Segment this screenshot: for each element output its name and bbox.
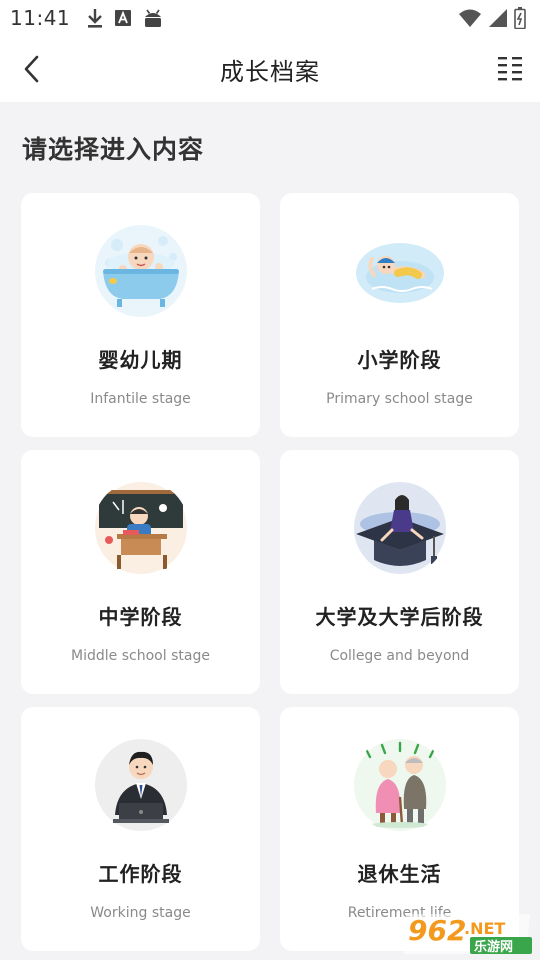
svg-text:乐游网: 乐游网 bbox=[474, 939, 513, 955]
svg-text:.NET: .NET bbox=[464, 919, 505, 938]
stage-card-title: 退休生活 bbox=[357, 862, 442, 886]
status-left-icons bbox=[86, 7, 164, 29]
stage-card-title: 小学阶段 bbox=[357, 348, 442, 372]
office-worker-illustration bbox=[93, 737, 189, 833]
stage-card-primary[interactable]: 小学阶段 Primary school stage bbox=[280, 193, 519, 437]
student-desk-illustration bbox=[93, 480, 189, 576]
battery-icon bbox=[514, 7, 526, 29]
svg-text:962: 962 bbox=[408, 914, 466, 947]
stage-card-working[interactable]: 工作阶段 Working stage bbox=[21, 707, 260, 951]
download-icon bbox=[88, 9, 103, 28]
android-icon bbox=[145, 9, 162, 27]
stage-card-subtitle: Primary school stage bbox=[326, 391, 473, 407]
stage-card-subtitle: Middle school stage bbox=[71, 648, 210, 664]
stage-card-subtitle: Working stage bbox=[90, 905, 191, 921]
elderly-couple-illustration bbox=[352, 737, 448, 833]
stage-card-title: 工作阶段 bbox=[98, 862, 183, 886]
text-a-icon bbox=[115, 10, 132, 26]
status-time: 11:41 bbox=[10, 6, 71, 30]
stage-card-title: 大学及大学后阶段 bbox=[315, 605, 484, 629]
stage-card-college[interactable]: 大学及大学后阶段 College and beyond bbox=[280, 450, 519, 694]
section-title: 请选择进入内容 bbox=[22, 135, 205, 164]
grid-menu-icon[interactable] bbox=[498, 56, 522, 82]
graduate-cap-illustration bbox=[352, 480, 448, 576]
stage-card-subtitle: College and beyond bbox=[329, 648, 470, 664]
app-bar: 成长档案 bbox=[0, 36, 540, 102]
stage-card-title: 中学阶段 bbox=[98, 605, 183, 629]
child-swimming-illustration bbox=[352, 223, 448, 319]
status-bar: 11:41 bbox=[0, 0, 540, 36]
stage-card-infant[interactable]: 婴幼儿期 Infantile stage bbox=[21, 193, 260, 437]
stage-card-title: 婴幼儿期 bbox=[98, 348, 183, 372]
stage-card-middle[interactable]: 中学阶段 Middle school stage bbox=[21, 450, 260, 694]
wifi-icon bbox=[459, 9, 481, 27]
baby-bath-illustration bbox=[93, 223, 189, 319]
signal-icon bbox=[489, 9, 507, 27]
site-watermark-logo: 962 .NET 乐游网 bbox=[404, 914, 532, 955]
back-arrow-icon[interactable] bbox=[18, 54, 48, 84]
stage-card-subtitle: Infantile stage bbox=[90, 391, 191, 407]
status-right-icons bbox=[458, 7, 526, 29]
page-title: 成长档案 bbox=[220, 57, 320, 86]
